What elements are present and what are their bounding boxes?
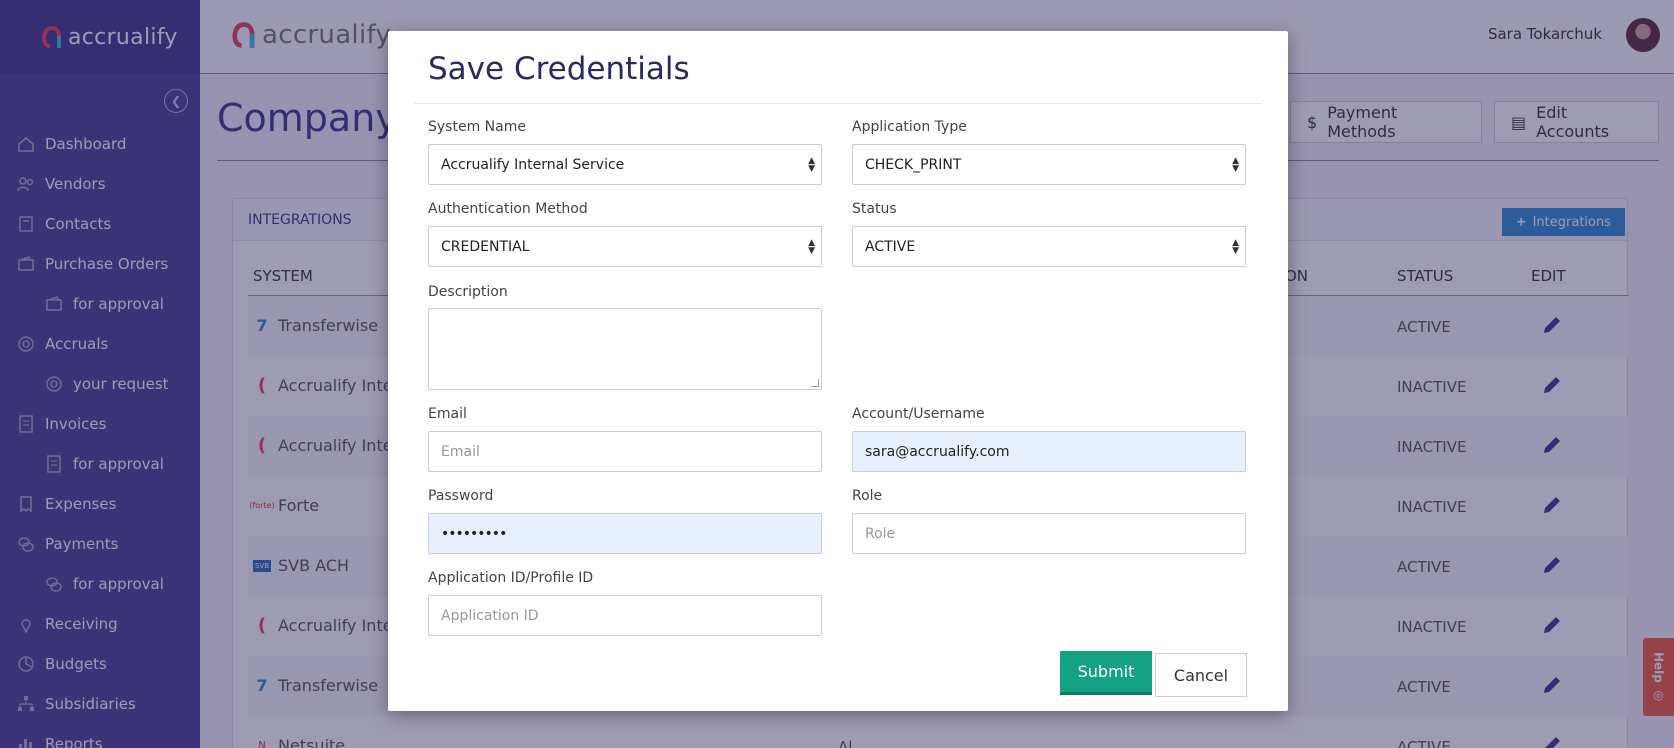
authentication-method-value: CREDENTIAL [441,238,530,255]
application-type-value: CHECK_PRINT [865,156,962,173]
account-username-label: Account/Username [852,406,985,422]
email-placeholder: Email [441,443,480,460]
system-name-select[interactable]: Accrualify Internal Service ▲ ▼ [428,144,822,185]
save-credentials-modal: Save Credentials System Name Accrualify … [388,31,1288,711]
account-username-field[interactable]: sara@accrualify.com [852,431,1246,472]
status-select[interactable]: ACTIVE ▲ ▼ [852,226,1246,267]
password-field[interactable]: ••••••••• [428,513,822,554]
application-id-label: Application ID/Profile ID [428,570,594,586]
authentication-method-select[interactable]: CREDENTIAL ▲ ▼ [428,226,822,267]
password-label: Password [428,488,494,504]
cancel-button[interactable]: Cancel [1155,653,1247,697]
application-type-select[interactable]: CHECK_PRINT ▲ ▼ [852,144,1246,185]
modal-header-divider [414,103,1262,104]
application-id-placeholder: Application ID [441,607,539,624]
system-name-value: Accrualify Internal Service [441,156,625,173]
password-value: ••••••••• [441,525,507,542]
application-type-label: Application Type [852,119,967,135]
status-label: Status [852,201,897,217]
submit-button[interactable]: Submit [1060,651,1152,695]
resize-handle-icon[interactable] [811,379,819,387]
role-placeholder: Role [865,525,896,542]
select-arrows-icon: ▲ ▼ [1232,238,1239,256]
email-field[interactable]: Email [428,431,822,472]
description-label: Description [428,284,508,300]
select-arrows-icon: ▲ ▼ [808,156,815,174]
account-username-value: sara@accrualify.com [865,443,1010,460]
select-arrows-icon: ▲ ▼ [808,238,815,256]
application-id-field[interactable]: Application ID [428,595,822,636]
select-arrows-icon: ▲ ▼ [1232,156,1239,174]
authentication-method-label: Authentication Method [428,201,588,217]
role-label: Role [852,488,883,504]
description-textarea[interactable] [428,308,822,390]
modal-title: Save Credentials [428,51,690,87]
email-label: Email [428,406,467,422]
status-value: ACTIVE [865,238,916,255]
role-field[interactable]: Role [852,513,1246,554]
system-name-label: System Name [428,119,526,135]
